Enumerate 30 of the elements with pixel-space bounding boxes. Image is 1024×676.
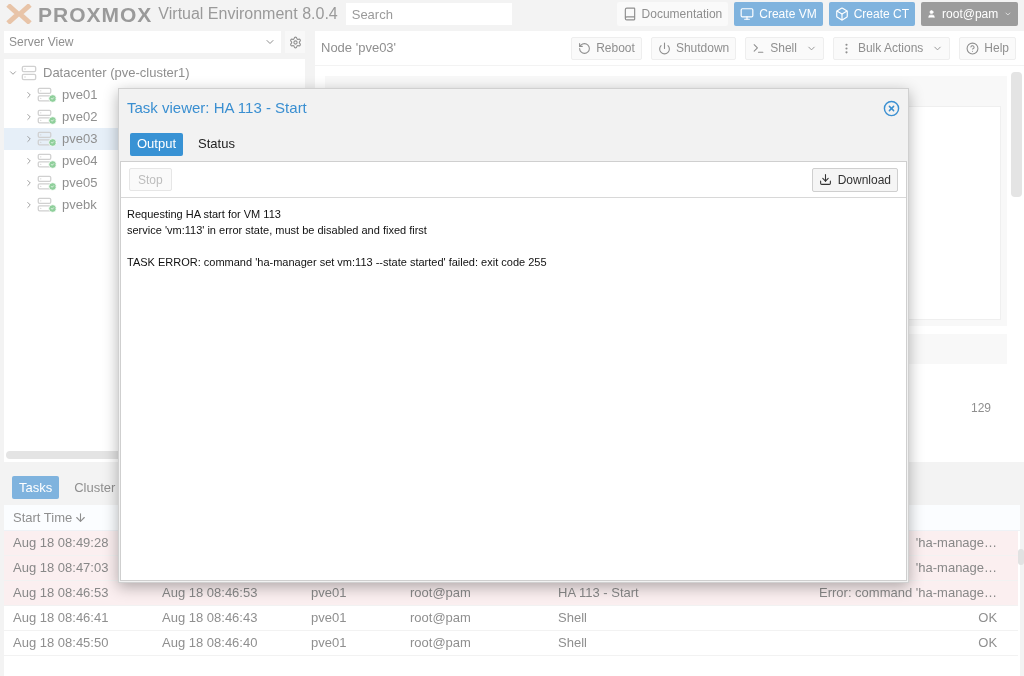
- table-cell: Aug 18 08:46:40: [162, 635, 258, 651]
- table-cell: Shell: [558, 635, 587, 651]
- product-version: Virtual Environment 8.0.4: [158, 4, 338, 24]
- node-title: Node 'pve03': [321, 39, 398, 58]
- table-cell: Aug 18 08:47:03: [13, 560, 109, 576]
- table-cell: Aug 18 08:46:43: [162, 610, 258, 626]
- table-cell: Aug 18 08:46:41: [13, 610, 109, 626]
- log-line: Requesting HA start for VM 113: [127, 207, 282, 222]
- table-cell: 'ha-manage…: [915, 560, 998, 576]
- table-cell: pve01: [311, 635, 347, 651]
- table-cell: OK: [978, 635, 998, 651]
- log-line: service 'vm:113' in error state, must be disabled and fixed first: [127, 223, 428, 238]
- logo: PROXMOX: [38, 3, 153, 25]
- table-cell: root@pam: [410, 635, 471, 651]
- table-cell: pve01: [311, 610, 347, 626]
- log-line: TASK ERROR: command 'ha-manager set vm:113 --state started' failed: exit code 255: [127, 255, 548, 270]
- table-cell: 'ha-manage…: [915, 535, 998, 551]
- table-cell: HA 113 - Start: [558, 585, 639, 601]
- table-cell: Aug 18 08:45:50: [13, 635, 109, 651]
- table-cell: OK: [978, 610, 998, 626]
- dialog-title: Task viewer: HA 113 - Start: [127, 97, 308, 118]
- table-cell: Aug 18 08:49:28: [13, 535, 109, 551]
- table-cell: pve01: [311, 585, 347, 601]
- table-cell: Error: command 'ha-manage…: [819, 585, 998, 601]
- table-cell: root@pam: [410, 585, 471, 601]
- metric-value: 129: [970, 400, 991, 417]
- table-cell: Aug 18 08:46:53: [13, 585, 109, 601]
- table-cell: root@pam: [410, 610, 471, 626]
- table-cell: Shell: [558, 610, 587, 626]
- table-cell: Aug 18 08:46:53: [162, 585, 258, 601]
